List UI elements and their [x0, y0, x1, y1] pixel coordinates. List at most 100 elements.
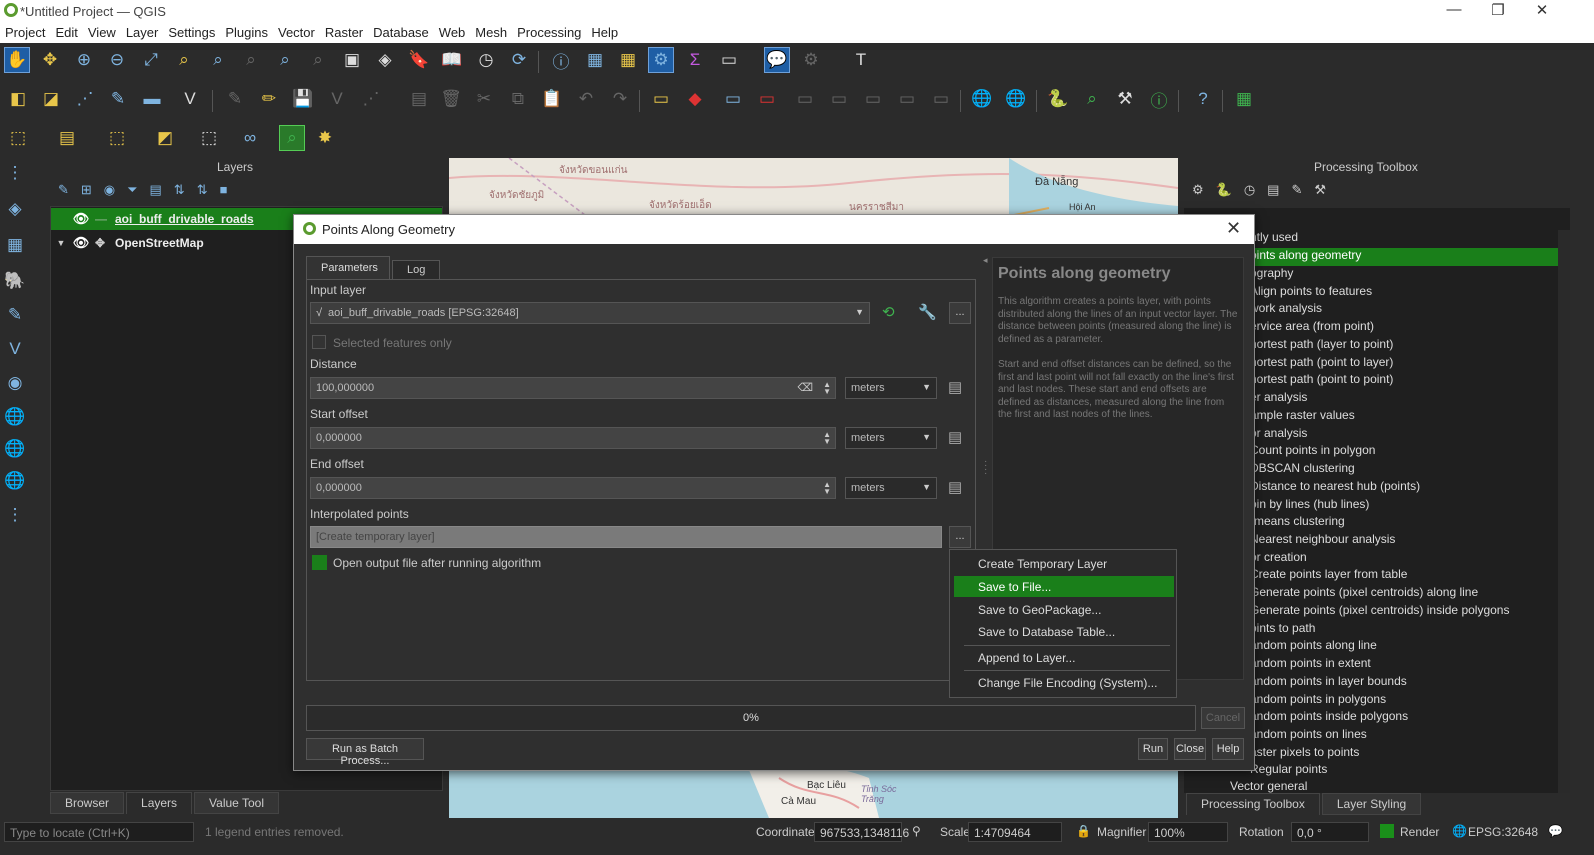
- output-options-button[interactable]: ...: [949, 526, 971, 548]
- measure-icon[interactable]: ▭: [716, 47, 742, 73]
- modify-attributes-icon[interactable]: ▤: [406, 86, 432, 112]
- open-data-source-manager-icon[interactable]: ◧: [5, 86, 31, 112]
- layer-labeling-icon[interactable]: ▭: [648, 86, 674, 112]
- toggle-extents-icon[interactable]: ⚲: [912, 824, 921, 838]
- zoom-out-icon[interactable]: ⊖: [104, 47, 130, 73]
- crs-globe-icon[interactable]: 🌐: [1452, 824, 1467, 838]
- menu-item-save-to-database[interactable]: Save to Database Table...: [954, 621, 1174, 642]
- zoom-in-icon[interactable]: ⊕: [71, 47, 97, 73]
- layer-diagram-icon[interactable]: ◆: [682, 86, 708, 112]
- zoom-last-icon[interactable]: ⌕: [272, 47, 298, 73]
- metasearch-icon[interactable]: 🌐: [969, 86, 995, 112]
- zoom-native-icon[interactable]: ⌕: [238, 47, 264, 73]
- end-offset-unit-combo[interactable]: meters ▼: [845, 477, 937, 499]
- help-button[interactable]: Help: [1212, 738, 1244, 760]
- iterate-icon[interactable]: ⟲: [882, 303, 895, 321]
- menu-project[interactable]: Project: [0, 23, 50, 43]
- menu-mesh[interactable]: Mesh: [470, 23, 512, 43]
- menu-item-append-to-layer[interactable]: Append to Layer...: [954, 647, 1174, 668]
- tab-processing-toolbox[interactable]: Processing Toolbox: [1186, 793, 1320, 815]
- menu-help[interactable]: Help: [586, 23, 623, 43]
- refresh-icon[interactable]: ⟳: [506, 47, 532, 73]
- browse-layer-button[interactable]: ...: [949, 302, 971, 324]
- expand-arrow-icon[interactable]: ▼: [51, 238, 71, 248]
- new-spatialite-icon[interactable]: ✎: [105, 86, 131, 112]
- start-offset-input[interactable]: 0,000000 ▲ ▼: [310, 427, 836, 449]
- pan-hand-icon[interactable]: ✋: [4, 47, 30, 73]
- tab-value-tool[interactable]: Value Tool: [194, 792, 279, 814]
- add-spatialite-icon[interactable]: ✎: [2, 302, 28, 328]
- tab-browser[interactable]: Browser: [50, 792, 125, 814]
- copy-features-icon[interactable]: ⧉: [505, 86, 531, 112]
- search-locator-icon[interactable]: ⌕: [279, 125, 305, 151]
- add-wms-icon[interactable]: ◉: [2, 370, 28, 396]
- tab-layer-styling[interactable]: Layer Styling: [1321, 793, 1422, 815]
- menu-layer[interactable]: Layer: [121, 23, 164, 43]
- redo-icon[interactable]: ↷: [607, 86, 633, 112]
- add-postgis-icon[interactable]: 🐘: [2, 268, 28, 294]
- show-bookmarks-icon[interactable]: 📖: [439, 47, 465, 73]
- menu-settings[interactable]: Settings: [163, 23, 220, 43]
- magnifier-field[interactable]: 100%: [1148, 822, 1228, 842]
- identify-features-icon[interactable]: ⓘ: [548, 47, 574, 73]
- open-output-checkbox[interactable]: [312, 555, 327, 570]
- plugin-search-icon[interactable]: ⌕: [1079, 86, 1105, 112]
- spinner-icon[interactable]: ▲ ▼: [823, 431, 831, 446]
- menu-processing[interactable]: Processing: [512, 23, 586, 43]
- menu-item-create-temp-layer[interactable]: Create Temporary Layer: [954, 553, 1174, 574]
- scale-field[interactable]: 1:4709464: [968, 822, 1062, 842]
- dialog-close-button[interactable]: ✕: [1226, 218, 1241, 239]
- menu-item-save-to-file[interactable]: Save to File...: [954, 576, 1174, 597]
- menu-database[interactable]: Database: [368, 23, 434, 43]
- add-wcs-icon[interactable]: 🌐: [2, 436, 28, 462]
- new-bookmark-icon[interactable]: 🔖: [406, 47, 432, 73]
- toggle-editing-icon[interactable]: ✏: [256, 86, 282, 112]
- zoom-next-icon[interactable]: ⌕: [305, 47, 331, 73]
- selected-only-checkbox[interactable]: [312, 335, 326, 349]
- data-defined-override-icon[interactable]: ▤: [948, 378, 962, 396]
- link-icon[interactable]: ∞: [237, 125, 263, 151]
- toggle-label-display-icon[interactable]: ▭: [754, 86, 780, 112]
- output-path-input[interactable]: [Create temporary layer]: [310, 526, 942, 548]
- menu-plugins[interactable]: Plugins: [220, 23, 273, 43]
- restore-button[interactable]: ❐: [1478, 1, 1518, 21]
- python-console-icon[interactable]: 🐍: [1045, 86, 1071, 112]
- end-offset-input[interactable]: 0,000000 ▲ ▼: [310, 477, 836, 499]
- processing-toolbar[interactable]: ⚙🐍◷▤✎⚒: [1192, 182, 1338, 198]
- data-defined-override-icon[interactable]: ▤: [948, 428, 962, 446]
- add-delimited-text-icon[interactable]: ⋮: [2, 160, 28, 186]
- zoom-selection-icon[interactable]: ⌕: [171, 47, 197, 73]
- decorations-icon[interactable]: ⚙: [798, 47, 824, 73]
- select-features-icon[interactable]: ⬚: [5, 125, 31, 151]
- messages-icon[interactable]: 💬: [1548, 824, 1563, 838]
- scrollbar[interactable]: [1558, 230, 1570, 793]
- wrench-icon[interactable]: 🔧: [918, 303, 937, 321]
- new-geopackage-layer-icon[interactable]: ◪: [38, 86, 64, 112]
- new-mesh-layer-icon[interactable]: V: [177, 86, 203, 112]
- data-defined-override-icon[interactable]: ▤: [948, 478, 962, 496]
- change-label-icon[interactable]: ▭: [928, 86, 954, 112]
- show-hide-labels-icon[interactable]: ▭: [826, 86, 852, 112]
- new-map-view-icon[interactable]: ▣: [339, 47, 365, 73]
- menu-edit[interactable]: Edit: [50, 23, 82, 43]
- add-raster-layer-icon[interactable]: ▦: [2, 232, 28, 258]
- add-vector-layer-icon[interactable]: ◈: [2, 196, 28, 222]
- menu-item-change-encoding[interactable]: Change File Encoding (System)...: [954, 672, 1174, 693]
- coordinate-field[interactable]: 967533,1348116: [814, 822, 909, 842]
- pin-labels-icon[interactable]: ▭: [792, 86, 818, 112]
- select-by-value-icon[interactable]: ▤: [54, 125, 80, 151]
- visibility-eye-icon[interactable]: 👁: [71, 235, 91, 251]
- new-temp-layer-icon[interactable]: ⋰: [72, 86, 98, 112]
- lock-scale-icon[interactable]: 🔒: [1076, 824, 1091, 838]
- temporal-controller-icon[interactable]: ◷: [473, 47, 499, 73]
- rotate-label-icon[interactable]: ▭: [894, 86, 920, 112]
- add-arcgis-icon[interactable]: 🌐: [2, 468, 28, 494]
- cancel-button[interactable]: Cancel: [1201, 707, 1245, 729]
- undo-icon[interactable]: ↶: [573, 86, 599, 112]
- rotation-field[interactable]: 0,0 °: [1291, 822, 1369, 842]
- spinner-icon[interactable]: ▲ ▼: [823, 381, 831, 396]
- vertex-tool-icon[interactable]: ⋰: [358, 86, 384, 112]
- splitter-handle[interactable]: · · · ·: [984, 457, 987, 479]
- zoom-full-icon[interactable]: ⤢: [138, 47, 164, 73]
- tab-parameters[interactable]: Parameters: [306, 256, 390, 280]
